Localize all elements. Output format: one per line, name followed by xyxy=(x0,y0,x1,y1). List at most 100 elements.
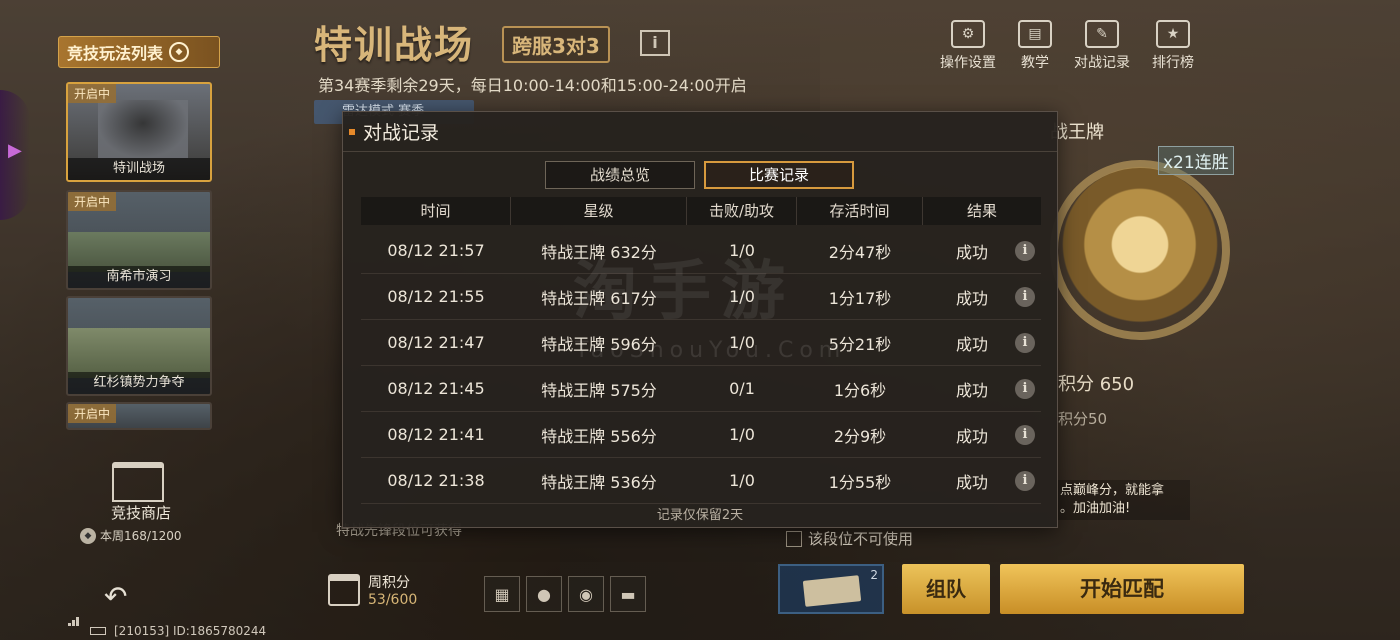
cell-kills-assists: 1/0 xyxy=(729,471,755,490)
table-header: 时间 星级 击败/助攻 存活时间 结果 xyxy=(361,197,1041,225)
column-header-time: 时间 xyxy=(361,197,511,225)
info-icon[interactable]: i xyxy=(1015,241,1035,261)
cell-kills-assists: 1/0 xyxy=(729,241,755,260)
info-icon[interactable]: i xyxy=(1015,379,1035,399)
info-icon[interactable]: i xyxy=(1015,471,1035,491)
tier-unusable: 该段位不可使用 xyxy=(786,528,913,549)
cell-survival-time: 5分21秒 xyxy=(828,334,892,354)
gift-icon[interactable]: ▦ xyxy=(484,576,520,612)
menu-battle-record[interactable]: ✎ 对战记录 xyxy=(1074,20,1130,72)
cell-survival-time: 2分47秒 xyxy=(828,242,892,262)
ticket-count: 2 xyxy=(870,568,878,582)
mode-card-1[interactable]: 开启中 南希市演习 xyxy=(66,190,212,290)
tip-text: 点巅峰分，就能拿 。加油加油! xyxy=(1056,480,1190,520)
season-info: 第34赛季剩余29天，每日10:00-14:00和15:00-24:00开启 xyxy=(318,76,747,95)
cell-tier: 特战王牌 556分 xyxy=(541,426,657,446)
rank-score: 积分 650 xyxy=(1058,374,1135,395)
info-icon[interactable]: i xyxy=(1015,425,1035,445)
shop-icon[interactable] xyxy=(112,462,164,502)
page-title: 特训战场 xyxy=(314,23,475,67)
menu-tutorial[interactable]: ▤ 教学 xyxy=(1018,20,1052,72)
mode-card-2[interactable]: 红杉镇势力争夺 xyxy=(66,296,212,396)
weekly-points-label: 周积分 xyxy=(368,575,410,591)
table-row: 08/12 21:45 特战王牌 575分 0/1 1分6秒 成功 i xyxy=(361,366,1041,412)
mode-list-title: 竞技玩法列表 xyxy=(67,44,164,63)
info-icon[interactable]: i xyxy=(640,30,670,56)
column-header-survival: 存活时间 xyxy=(797,197,923,225)
tier-unusable-text: 该段位不可使用 xyxy=(808,530,914,548)
team-button[interactable]: 组队 xyxy=(902,564,990,614)
cell-time: 08/12 21:57 xyxy=(387,241,485,260)
table-row: 08/12 21:47 特战王牌 596分 1/0 5分21秒 成功 i xyxy=(361,320,1041,366)
item-icon[interactable]: ◉ xyxy=(568,576,604,612)
tab-match-records[interactable]: 比赛记录 xyxy=(704,161,854,189)
mode-thumbnail xyxy=(68,328,210,378)
dialog-title: 对战记录 xyxy=(363,122,440,144)
column-header-kills: 击败/助攻 xyxy=(687,197,797,225)
cell-survival-time: 1分6秒 xyxy=(833,380,887,400)
header-marker-icon xyxy=(349,128,355,135)
menu-label: 排行榜 xyxy=(1152,55,1194,71)
info-icon[interactable]: i xyxy=(1015,287,1035,307)
cell-time: 08/12 21:45 xyxy=(387,379,485,398)
coin-icon: ◆ xyxy=(80,527,96,544)
records-list: 08/12 21:57 特战王牌 632分 1/0 2分47秒 成功 i 08/12 21:… xyxy=(361,228,1041,504)
info-icon[interactable]: i xyxy=(1015,333,1035,353)
mode-list-header: 竞技玩法列表 ◆ xyxy=(58,36,220,68)
table-row: 08/12 21:38 特战王牌 536分 1/0 1分55秒 成功 i xyxy=(361,458,1041,504)
column-header-result: 结果 xyxy=(966,202,997,220)
rank-emblem-ring xyxy=(1050,160,1230,340)
rank-score-secondary: 积分50 xyxy=(1058,410,1108,428)
mode-status-tag: 开启中 xyxy=(68,404,117,423)
menu-leaderboard[interactable]: ★ 排行榜 xyxy=(1152,20,1194,72)
cell-time: 08/12 21:47 xyxy=(387,333,485,352)
status-id: [210153] ID:1865780244 xyxy=(114,624,267,638)
win-streak-badge: x21连胜 xyxy=(1158,146,1234,175)
top-menu: ⚙ 操作设置 ▤ 教学 ✎ 对战记录 ★ 排行榜 xyxy=(940,20,1194,72)
battle-record-dialog: 对战记录 战绩总览 比赛记录 时间 星级 击败/助攻 存活时间 结果 08/12… xyxy=(342,111,1058,528)
cell-tier: 特战王牌 596分 xyxy=(541,334,657,354)
shop-weekly-count: ◆ 本周168/1200 xyxy=(80,527,182,544)
rank-name: 战王牌 xyxy=(1050,122,1104,143)
helmet-icon: ◆ xyxy=(169,42,190,62)
retention-note: 记录仅保留2天 xyxy=(656,508,744,523)
cell-time: 08/12 21:55 xyxy=(387,287,485,306)
mode-card-3[interactable]: 开启中 xyxy=(66,402,212,430)
cell-tier: 特战王牌 617分 xyxy=(541,288,657,308)
cell-kills-assists: 1/0 xyxy=(729,287,755,306)
match-ticket[interactable]: 2 xyxy=(778,564,884,614)
cell-kills-assists: 1/0 xyxy=(729,425,755,444)
mode-card-0[interactable]: 开启中 特训战场 xyxy=(66,82,212,182)
reward-items: ▦ ● ◉ ▬ xyxy=(484,576,646,612)
cell-tier: 特战王牌 632分 xyxy=(541,242,657,262)
signal-icon xyxy=(68,617,82,636)
checkbox-icon xyxy=(786,530,802,547)
ticket-card-icon xyxy=(802,575,862,607)
column-header-tier: 星级 xyxy=(511,197,687,225)
menu-settings[interactable]: ⚙ 操作设置 xyxy=(940,20,996,72)
item-icon[interactable]: ● xyxy=(526,576,562,612)
back-icon[interactable]: ↶ xyxy=(104,580,127,613)
cell-time: 08/12 21:41 xyxy=(387,425,485,444)
shop-label[interactable]: 竞技商店 xyxy=(98,502,184,523)
mode-status-tag: 开启中 xyxy=(68,192,117,211)
weekly-points-value: 53/600 xyxy=(368,592,418,608)
battery-icon xyxy=(90,627,106,635)
mode-name: 特训战场 xyxy=(68,158,210,180)
mode-name: 红杉镇势力争夺 xyxy=(68,372,210,394)
menu-label: 对战记录 xyxy=(1074,55,1130,71)
item-icon[interactable]: ▬ xyxy=(610,576,646,612)
mode-status-tag: 开启中 xyxy=(68,84,117,103)
chevron-right-icon[interactable]: ▶ xyxy=(8,140,22,161)
record-icon: ✎ xyxy=(1085,20,1119,48)
tab-overview[interactable]: 战绩总览 xyxy=(545,161,695,189)
weekly-points[interactable]: 周积分 53/600 xyxy=(328,572,417,608)
table-row: 08/12 21:55 特战王牌 617分 1/0 1分17秒 成功 i xyxy=(361,274,1041,320)
start-matching-button[interactable]: 开始匹配 xyxy=(1000,564,1244,614)
menu-label: 教学 xyxy=(1021,55,1049,71)
shop-count-text: 本周168/1200 xyxy=(100,529,182,543)
menu-label: 操作设置 xyxy=(940,55,996,71)
status-bar: [210153] ID:1865780244 xyxy=(68,617,267,638)
cell-kills-assists: 1/0 xyxy=(729,333,755,352)
mode-thumbnail xyxy=(98,100,188,158)
